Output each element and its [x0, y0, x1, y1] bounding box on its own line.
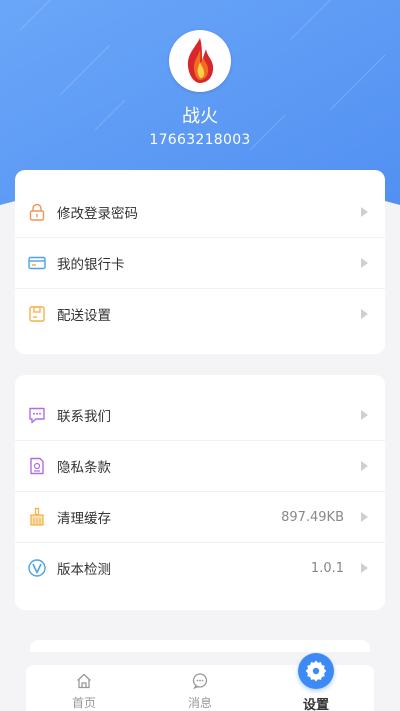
menu-item-label: 配送设置 — [57, 308, 111, 324]
lock-icon — [27, 202, 47, 222]
profile-phone: 17663218003 — [149, 132, 251, 148]
menu-item-version-check[interactable]: 版本检测 1.0.1 — [15, 542, 385, 593]
bank-card-icon — [27, 253, 47, 273]
privacy-doc-icon — [27, 456, 47, 476]
tab-label: 首页 — [71, 696, 96, 710]
version-icon — [27, 558, 47, 578]
home-icon — [75, 672, 93, 690]
chevron-right-icon — [361, 258, 368, 268]
menu-item-clear-cache[interactable]: 清理缓存 897.49KB — [15, 491, 385, 542]
tab-messages[interactable]: 消息 — [142, 665, 258, 711]
menu-item-change-password[interactable]: 修改登录密码 — [15, 186, 385, 237]
tab-label: 设置 — [302, 698, 329, 711]
version-value: 1.0.1 — [310, 560, 344, 576]
chevron-right-icon — [361, 461, 368, 471]
menu-item-delivery-settings[interactable]: 配送设置 — [15, 288, 385, 339]
delivery-icon — [27, 304, 47, 324]
broom-icon — [27, 507, 47, 527]
message-icon — [191, 672, 209, 690]
account-settings-card: 修改登录密码 我的银行卡 配送设置 — [15, 170, 385, 354]
menu-item-label: 隐私条款 — [57, 460, 111, 476]
profile-name: 战火 — [182, 106, 218, 127]
menu-item-label: 联系我们 — [57, 408, 111, 425]
chevron-right-icon — [361, 409, 368, 420]
menu-item-label: 清理缓存 — [57, 511, 111, 527]
chevron-right-icon — [361, 563, 368, 573]
settings-icon — [298, 653, 334, 689]
chat-icon — [27, 405, 47, 425]
menu-item-label: 我的银行卡 — [57, 257, 125, 273]
service-settings-card: 联系我们 隐私条款 清理缓存 897.49KB 版本检测 1.0.1 — [15, 375, 385, 610]
menu-item-contact-us[interactable]: 联系我们 — [15, 389, 385, 440]
menu-item-label: 修改登录密码 — [57, 205, 138, 222]
menu-item-bank-card[interactable]: 我的银行卡 — [15, 237, 385, 288]
flame-avatar-icon — [187, 38, 214, 83]
menu-item-label: 版本检测 — [57, 562, 111, 578]
cache-size-value: 897.49KB — [281, 509, 344, 525]
menu-item-privacy-terms[interactable]: 隐私条款 — [15, 440, 385, 491]
avatar[interactable] — [169, 30, 231, 92]
chevron-right-icon — [361, 309, 368, 319]
tab-settings[interactable]: 设置 — [258, 653, 374, 711]
chevron-right-icon — [361, 512, 368, 522]
chevron-right-icon — [361, 206, 368, 217]
tab-home[interactable]: 首页 — [26, 665, 142, 711]
bottom-tab-bar: 首页 消息 设置 — [26, 653, 374, 711]
tab-label: 消息 — [187, 696, 212, 710]
next-card-edge — [30, 640, 370, 652]
